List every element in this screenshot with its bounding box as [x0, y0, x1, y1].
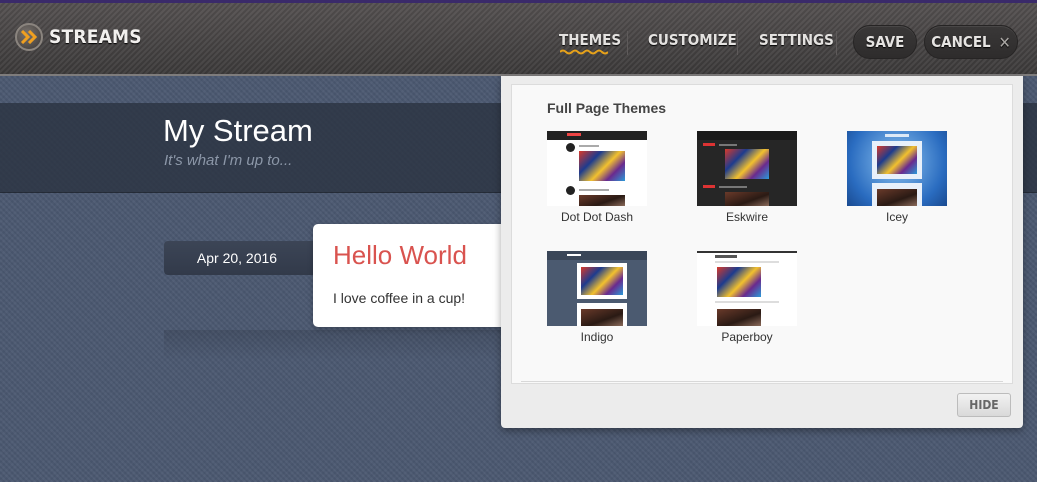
theme-name: Icey [885, 210, 908, 224]
post-title: Hello World [333, 240, 467, 270]
post-date-text: Apr 20, 2016 [196, 250, 278, 266]
logo-text: STREAMS [49, 26, 142, 48]
active-tab-underline [560, 49, 608, 55]
theme-card-indigo[interactable]: Indigo [547, 251, 647, 344]
theme-card-dot-dot-dash[interactable]: Dot Dot Dash [547, 131, 647, 224]
save-label: SAVE [865, 33, 905, 51]
tab-themes[interactable]: THEMES [559, 31, 621, 49]
theme-name: Eskwire [725, 210, 768, 224]
close-icon: ✕ [998, 32, 1011, 52]
nav-divider [737, 31, 738, 55]
theme-thumbnail [847, 131, 947, 206]
tab-settings[interactable]: SETTINGS [759, 31, 834, 49]
post-card[interactable]: Hello World I love coffee in a cup! [313, 224, 513, 327]
theme-name: Paperboy [721, 330, 773, 344]
page-title: My Stream [163, 113, 313, 148]
cancel-label: CANCEL [931, 33, 991, 51]
theme-name: Indigo [580, 330, 614, 344]
cancel-button[interactable]: CANCEL ✕ [924, 25, 1018, 59]
nav-divider [836, 31, 837, 55]
post-shadow [164, 330, 504, 360]
hide-button[interactable]: HIDE [957, 393, 1011, 417]
post-date: Apr 20, 2016 [164, 241, 314, 275]
theme-thumbnail [547, 131, 647, 206]
themes-heading: Full Page Themes [547, 100, 667, 116]
panel-divider [521, 381, 1003, 382]
save-button[interactable]: SAVE [853, 25, 917, 59]
hide-label: HIDE [969, 398, 999, 412]
post-body: I love coffee in a cup! [333, 290, 466, 306]
page-subtitle: It's what I'm up to... [164, 152, 293, 169]
themes-panel-body: Full Page Themes Dot Dot Dash Eskwire Ic… [511, 84, 1013, 384]
logo[interactable]: STREAMS [15, 23, 142, 51]
tab-customize[interactable]: CUSTOMIZE [648, 31, 737, 49]
theme-name: Dot Dot Dash [560, 210, 634, 224]
top-bar: STREAMS THEMES CUSTOMIZE SETTINGS SAVE C… [0, 0, 1037, 76]
theme-card-paperboy[interactable]: Paperboy [697, 251, 797, 344]
nav-divider [627, 31, 628, 55]
theme-card-eskwire[interactable]: Eskwire [697, 131, 797, 224]
theme-thumbnail [547, 251, 647, 326]
theme-card-icey[interactable]: Icey [847, 131, 947, 224]
theme-thumbnail [697, 251, 797, 326]
themes-panel: Full Page Themes Dot Dot Dash Eskwire Ic… [501, 76, 1023, 428]
double-chevron-icon [15, 23, 43, 51]
theme-thumbnail [697, 131, 797, 206]
